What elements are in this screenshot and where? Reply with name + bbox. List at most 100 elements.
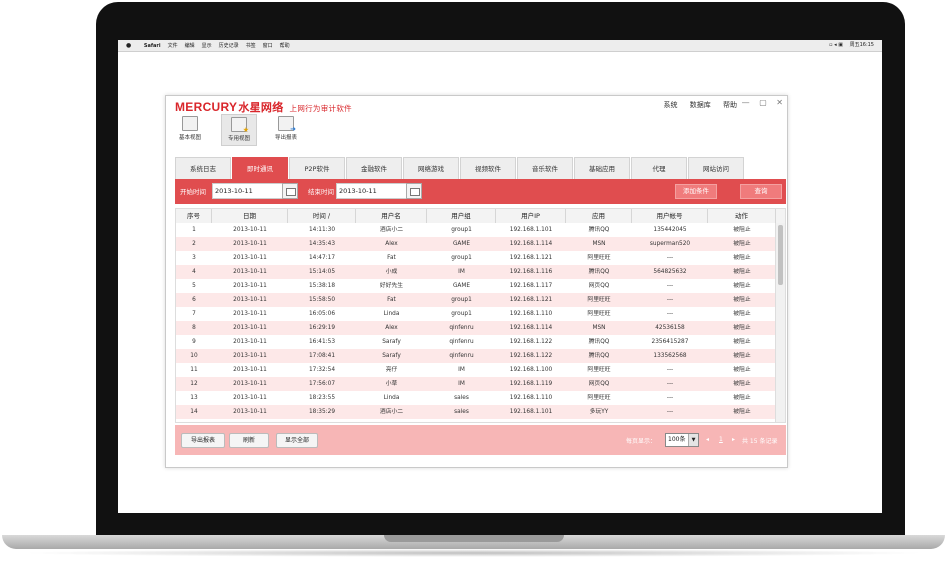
start-time-label: 开始时间 [180,188,206,196]
apple-icon[interactable]: ● [126,40,131,51]
table-cell: 2013-10-11 [233,325,267,331]
menubar-item[interactable]: 窗口 [263,41,273,52]
table-row[interactable]: 4 2013-10-11 15:14:05 小成 IM 192.168.1.116 腾讯QQ… [176,265,776,279]
tab-0[interactable]: 系统日志 [175,157,231,179]
table-row[interactable]: 2 2013-10-11 14:35:43 Alex GAME 192.168.1.114… [176,237,776,251]
next-page-icon[interactable]: ▸ [732,436,735,443]
table-cell: Linda [383,311,400,317]
column-header[interactable]: 用户帐号 [632,209,708,223]
table-row[interactable]: 8 2013-10-11 16:29:19 Alex qinfenru 192.168.1… [176,321,776,335]
table-cell: 被阻止 [708,419,776,422]
table-cell: 15:58:50 [308,297,336,303]
column-header[interactable]: 日期 [212,209,288,223]
table-row[interactable]: 10 2013-10-11 17:08:41 Sarafy qinfenru 192.16… [176,349,776,363]
table-row[interactable]: 12 2013-10-11 17:56:07 小草 IM 192.168.1.119 网页Q… [176,377,776,391]
column-header[interactable]: 时间 ∕ [288,209,356,223]
menubar-item[interactable]: 历史记录 [219,41,239,52]
tab-4[interactable]: 网络游戏 [403,157,459,179]
menubar-item[interactable]: 显示 [202,41,212,52]
table-cell: 192.168.1.114 [509,241,553,247]
table-cell: 2013-10-11 [233,409,267,415]
tab-8[interactable]: 代理 [631,157,687,179]
table-row[interactable]: 5 2013-10-11 15:38:18 好好先生 GAME 192.168.1.117… [176,279,776,293]
table-cell: 小成 [385,269,398,275]
table-cell: 被阻止 [733,241,751,247]
table-cell: group1 [451,227,472,233]
table-cell: Sarafy [382,353,401,359]
export-button[interactable]: 导出报表 [181,433,225,448]
vertical-scrollbar[interactable] [775,223,785,422]
table-row[interactable]: 6 2013-10-11 15:58:50 Fat group1 192.168.1.12… [176,293,776,307]
table-row[interactable]: 14 2013-10-11 18:35:29 酒店小二 sales 192.168.1.1… [176,405,776,419]
table-row[interactable]: 7 2013-10-11 16:05:06 Linda group1 192.168.1.… [176,307,776,321]
minimize-icon[interactable]: — [742,98,750,107]
menu-database[interactable]: 数据库 [690,101,711,109]
basic-view-button[interactable]: 基本视图 [173,114,207,144]
query-button[interactable]: 查询 [740,184,782,199]
close-icon[interactable]: ✕ [776,98,783,107]
column-header[interactable]: 用户名 [356,209,427,223]
table-cell: IM [458,269,465,275]
table-header: 序号 日期 时间 ∕ 用户名 用户组 用户IP 应用 用户帐号 动作 [176,209,785,224]
tab-5[interactable]: 视频软件 [460,157,516,179]
table-row[interactable]: 3 2013-10-11 14:47:17 Fat group1 192.168.1.12… [176,251,776,265]
app-menu: 系统 数据库 帮助 [654,100,737,110]
table-cell: 亮仔 [385,367,398,373]
table-cell: 192.168.1.121 [509,255,553,261]
table-cell: 17:08:41 [308,353,336,359]
table-row[interactable]: 152013-10-1118:35:29KeraelGAME192.168.1.… [176,419,776,422]
tab-2[interactable]: P2P软件 [289,157,345,179]
tab-7[interactable]: 基础应用 [574,157,630,179]
column-header[interactable]: 序号 [176,209,212,223]
end-calendar-icon[interactable] [406,183,422,199]
table-cell: qinfenru [449,339,474,345]
table-row[interactable]: 11 2013-10-11 17:32:54 亮仔 IM 192.168.1.100 阿里旺… [176,363,776,377]
refresh-button[interactable]: 刷新 [229,433,269,448]
menubar-item[interactable]: 编辑 [185,41,195,52]
export-report-icon: ➜ [278,116,296,133]
table-cell: 14:35:43 [308,241,336,247]
column-header[interactable]: 应用 [566,209,632,223]
table-row[interactable]: 9 2013-10-11 16:41:53 Sarafy qinfenru 192.168… [176,335,776,349]
scrollbar-thumb[interactable] [778,225,783,285]
maximize-icon[interactable]: ▢ [759,98,767,107]
table-cell: 192.168.1.114 [509,325,553,331]
menubar-item[interactable]: 帮助 [280,41,290,52]
prev-page-icon[interactable]: ◂ [706,436,709,443]
table-cell: 192.168.1.122 [509,339,553,345]
table-cell: 16:41:53 [308,339,336,345]
table-cell: 192.168.1.116 [509,269,553,275]
table-cell: group1 [451,311,472,317]
table-cell: 15:14:05 [308,269,336,275]
column-header[interactable]: 动作 [708,209,776,223]
start-calendar-icon[interactable] [282,183,298,199]
custom-view-button[interactable]: ★ 专用视图 [221,114,257,146]
table-cell: 被阻止 [733,381,751,387]
add-condition-button[interactable]: 添加条件 [675,184,717,199]
table-cell: group1 [451,297,472,303]
table-cell: 被阻止 [733,283,751,289]
screen: ● Safari 文件 编辑 显示 历史记录 书签 窗口 帮助 ▫ ◂ ▣ 周五16:15 M… [118,40,882,513]
export-report-button[interactable]: ➜ 导出报表 [269,114,303,144]
tab-3[interactable]: 金融软件 [346,157,402,179]
table-cell: 被阻止 [733,395,751,401]
table-cell: --- [666,367,674,373]
table-cell: --- [632,419,708,422]
tab-6[interactable]: 音乐软件 [517,157,573,179]
show-all-button[interactable]: 显示全部 [276,433,318,448]
tab-1[interactable]: 即时通讯 [232,157,288,179]
table-row[interactable]: 1 2013-10-11 14:11:30 酒店小二 group1 192.168.1.1… [176,223,776,237]
table-row[interactable]: 13 2013-10-11 18:23:55 Linda sales 192.168.1.… [176,391,776,405]
menubar-item[interactable]: 文件 [168,41,178,52]
menu-system[interactable]: 系统 [664,101,678,109]
per-page-label: 每页显示： [626,438,657,445]
table-cell: 15:38:18 [308,283,336,289]
column-header[interactable]: 用户组 [427,209,496,223]
table-cell: 酒店小二 [379,227,404,233]
menubar-item[interactable]: 书签 [246,41,256,52]
current-page-link[interactable]: 1 [719,436,723,443]
tab-9[interactable]: 网站访问 [688,157,744,179]
menubar-item[interactable]: Safari [144,41,161,52]
per-page-select[interactable]: 100条 ▼ [665,433,699,447]
column-header[interactable]: 用户IP [496,209,566,223]
